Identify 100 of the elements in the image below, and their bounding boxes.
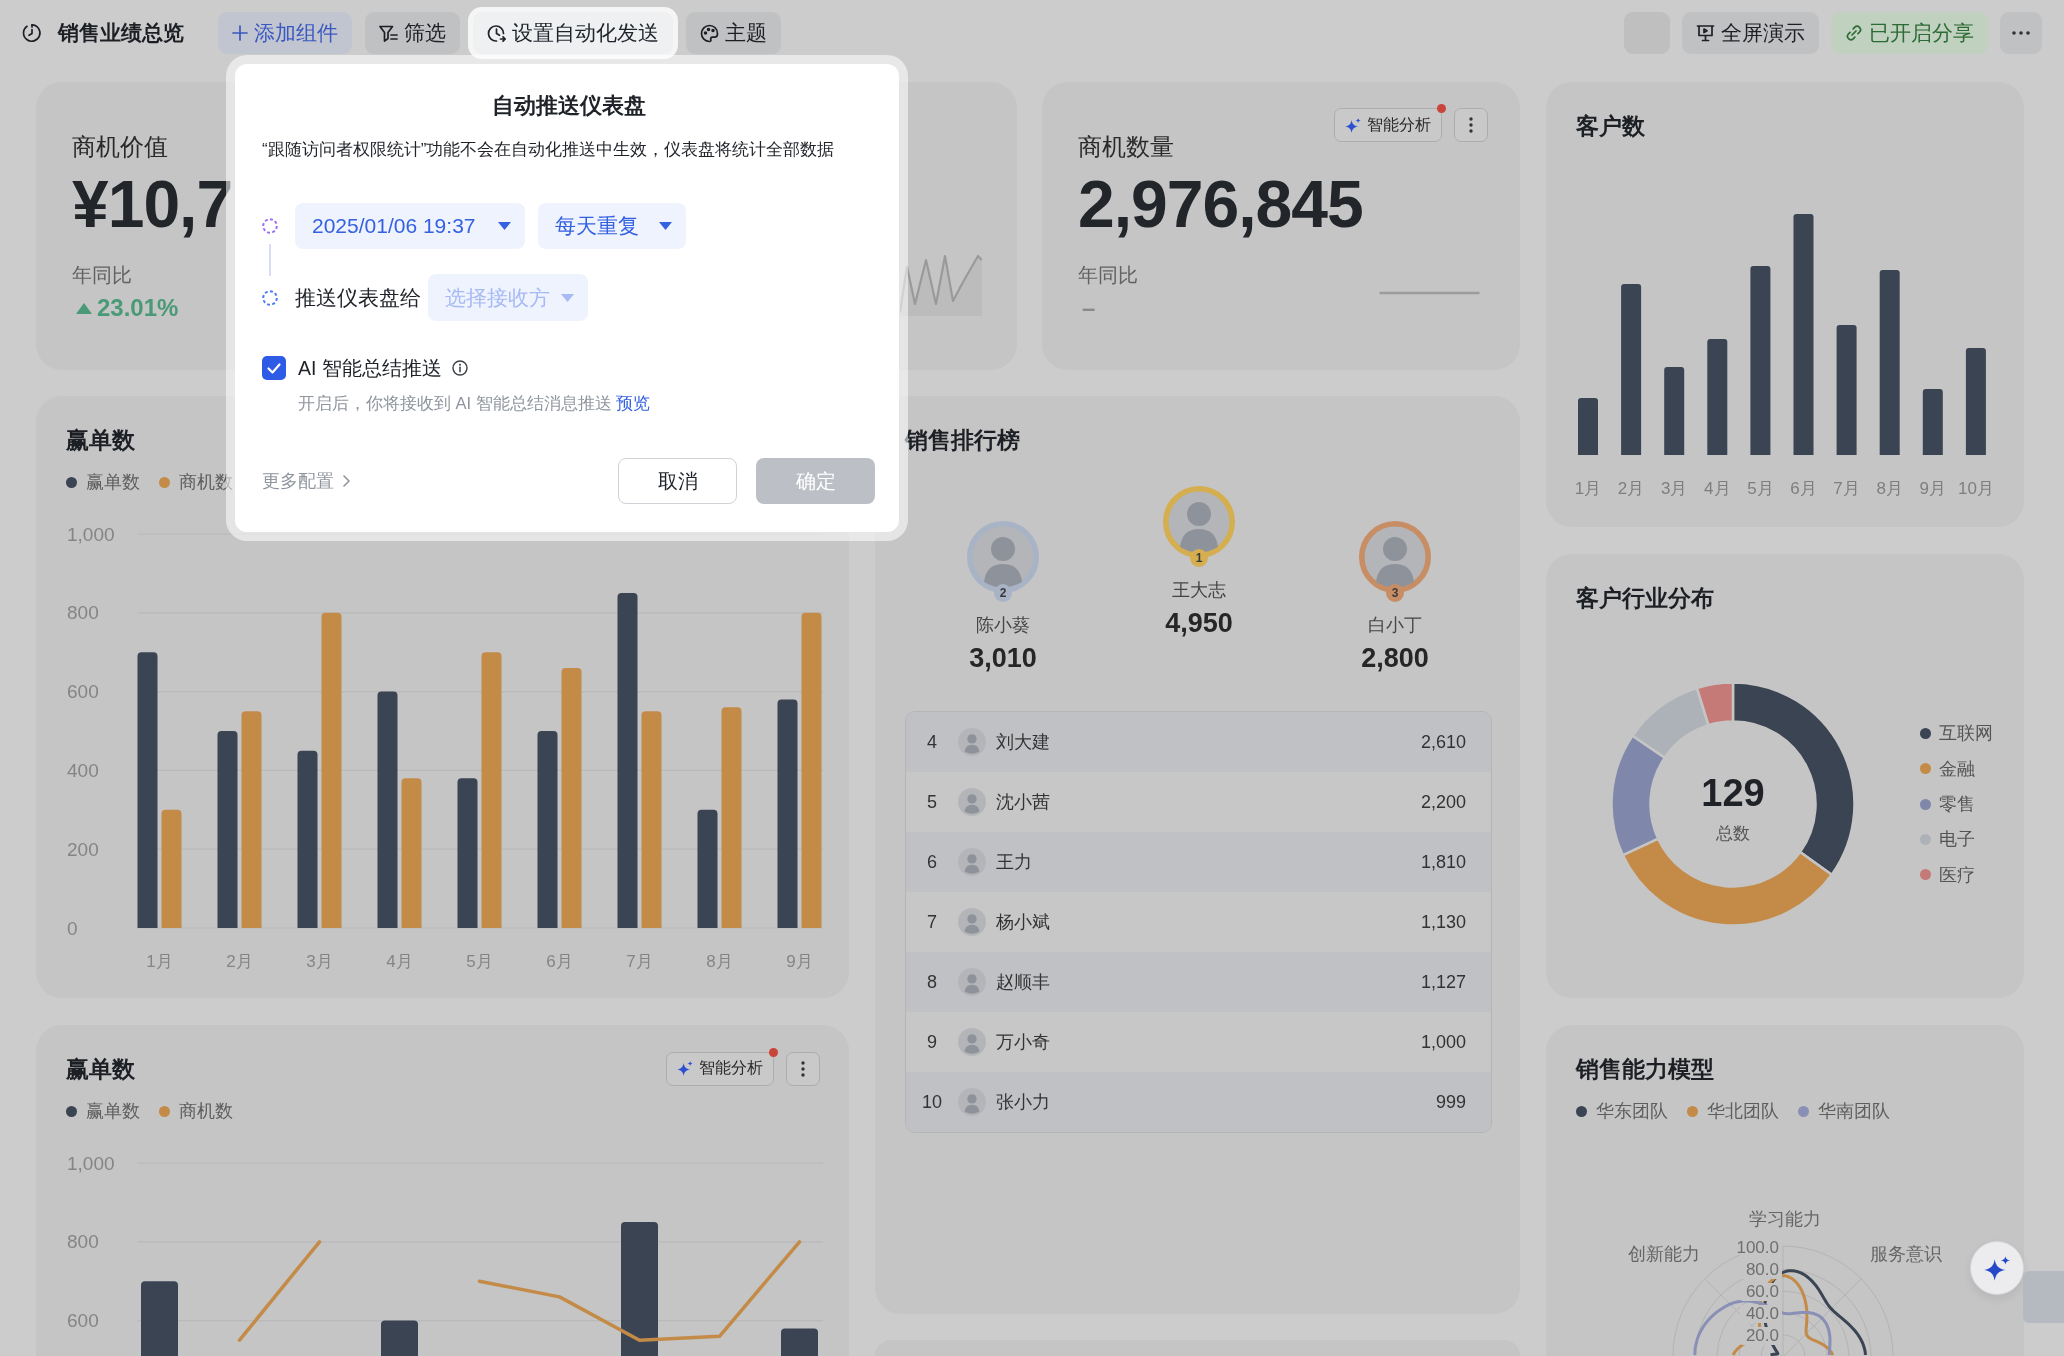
dialog-button[interactable]: 取消	[618, 458, 737, 504]
bar	[381, 1320, 418, 1356]
person-name: 王大志	[1172, 579, 1226, 602]
repeat-dropdown[interactable]: 每天重复	[538, 203, 686, 249]
avatar-icon	[958, 728, 986, 756]
person-name: 刘大建	[996, 731, 1050, 754]
axis-tick-label: 800	[67, 602, 99, 624]
sparkle-icon	[1984, 1255, 2010, 1281]
field-label: 推送仪表盘给	[295, 284, 421, 311]
dashed-circle-icon	[262, 218, 278, 234]
axis-tick-label: 600	[67, 1310, 99, 1332]
legend-label: 互联网	[1939, 722, 1993, 745]
hint-text: 开启后，你将接收到 AI 智能总结消息推送 预览	[298, 393, 651, 414]
toolbar-button[interactable]: 已开启分享	[1831, 12, 1988, 54]
rank-number: 5	[926, 791, 938, 813]
card-title: 赢单数	[66, 425, 135, 455]
link-icon	[1845, 24, 1863, 42]
sales-value: 2,200	[1420, 791, 1466, 813]
legend-label: 电子	[1939, 828, 1975, 851]
rank-number: 10	[921, 1091, 943, 1113]
rank-badge: 3	[1386, 584, 1404, 602]
axis-label: 1月	[1574, 479, 1602, 498]
legend-label: 医疗	[1939, 863, 1975, 886]
checkbox[interactable]	[262, 356, 286, 380]
checkbox-label: AI 智能总结推送	[298, 356, 442, 380]
change-value: –	[1082, 294, 1096, 322]
axis-tick-label: 60.0	[1745, 1282, 1779, 1301]
axis-tick-label: 800	[67, 1231, 99, 1253]
rank-number: 4	[926, 731, 938, 753]
axis-label: 8月	[1876, 479, 1903, 498]
rank-badge: 1	[1190, 549, 1208, 567]
caret-down-icon	[498, 222, 511, 230]
axis-label: 7月	[626, 952, 653, 971]
clock-icon	[22, 23, 42, 43]
axis-tick-label: 400	[67, 759, 99, 781]
rank-number: 9	[926, 1031, 938, 1053]
dialog-title: 自动推送仪表盘	[490, 92, 647, 120]
info-icon	[451, 360, 468, 376]
person-name: 万小奇	[996, 1031, 1050, 1054]
rank-number: 6	[926, 851, 938, 873]
comparison-label: 年同比	[1078, 263, 1138, 288]
toolbar-button[interactable]: 添加组件	[218, 12, 352, 54]
more-icon	[1469, 117, 1473, 133]
more-button[interactable]	[2000, 12, 2042, 54]
legend-label: 商机数	[179, 472, 233, 492]
dashed-circle-icon	[262, 289, 278, 306]
legend-label: 零售	[1939, 793, 1975, 815]
sparkle-icon	[1345, 117, 1361, 133]
axis-label: 6月	[546, 952, 573, 971]
sales-value: 2,800	[1361, 642, 1429, 675]
axis-label: 5月	[1747, 479, 1774, 498]
avatar-icon	[958, 908, 986, 936]
axis-label: 4月	[386, 952, 413, 971]
metric-title: 商机数量	[1078, 132, 1174, 162]
avatar-icon	[958, 788, 986, 816]
chevron-right-icon	[343, 475, 350, 487]
card-title: 客户数	[1576, 111, 1645, 141]
sales-value: 999	[1435, 1091, 1466, 1113]
person-name: 陈小葵	[976, 614, 1030, 637]
plus-icon	[232, 25, 248, 41]
legend-label: 赢单数	[86, 472, 140, 492]
total-value: 129	[1701, 772, 1765, 814]
axis-tick-label: 200	[67, 838, 99, 860]
person-name: 王力	[996, 851, 1032, 874]
card-title: 赢单数	[66, 1054, 135, 1084]
axis-tick-label: 1,000	[67, 523, 115, 545]
axis-label: 3月	[306, 952, 333, 971]
toolbar-button[interactable]: 筛选	[365, 12, 460, 54]
card-title: 客户行业分布	[1576, 583, 1714, 613]
sales-value: 3,010	[969, 642, 1037, 675]
axis-label: 10月	[1957, 479, 1994, 498]
axis-tick-label: 80.0	[1745, 1260, 1779, 1279]
sales-value: 2,610	[1420, 731, 1466, 753]
axis-label: 8月	[706, 952, 733, 971]
card-title: 销售排行榜	[905, 425, 1020, 455]
preview-link[interactable]: 预览	[616, 394, 651, 412]
axis-label: 2月	[226, 952, 253, 971]
more-settings-link[interactable]: 更多配置	[262, 469, 350, 493]
axis-tick-label: 0	[67, 917, 78, 939]
person-name: 杨小斌	[996, 911, 1050, 934]
more-button[interactable]	[1454, 108, 1488, 142]
more-button[interactable]	[786, 1051, 820, 1086]
legend-label: 商机数	[179, 1101, 233, 1121]
bar	[781, 1328, 818, 1356]
person-name: 赵顺丰	[996, 971, 1050, 994]
datetime-dropdown[interactable]: 2025/01/06 19:37	[295, 203, 525, 249]
comparison-label: 年同比	[72, 263, 133, 288]
metric-value: ¥10,7	[72, 168, 233, 240]
axis-label: 5月	[466, 952, 493, 971]
avatar-icon	[958, 1088, 986, 1116]
avatar-icon	[958, 1028, 986, 1056]
sales-value: 1,130	[1420, 911, 1466, 933]
axis-label: 2月	[1617, 479, 1645, 498]
axis-label: 9月	[1919, 479, 1947, 498]
axis-label: 4月	[1704, 479, 1731, 498]
axis-label: 7月	[1833, 479, 1860, 498]
toolbar-button[interactable]: 主题	[686, 12, 781, 54]
clock-icon	[487, 23, 506, 43]
legend-label: 华北团队	[1707, 1101, 1779, 1121]
toolbar-button[interactable]: 全屏演示	[1682, 12, 1819, 54]
